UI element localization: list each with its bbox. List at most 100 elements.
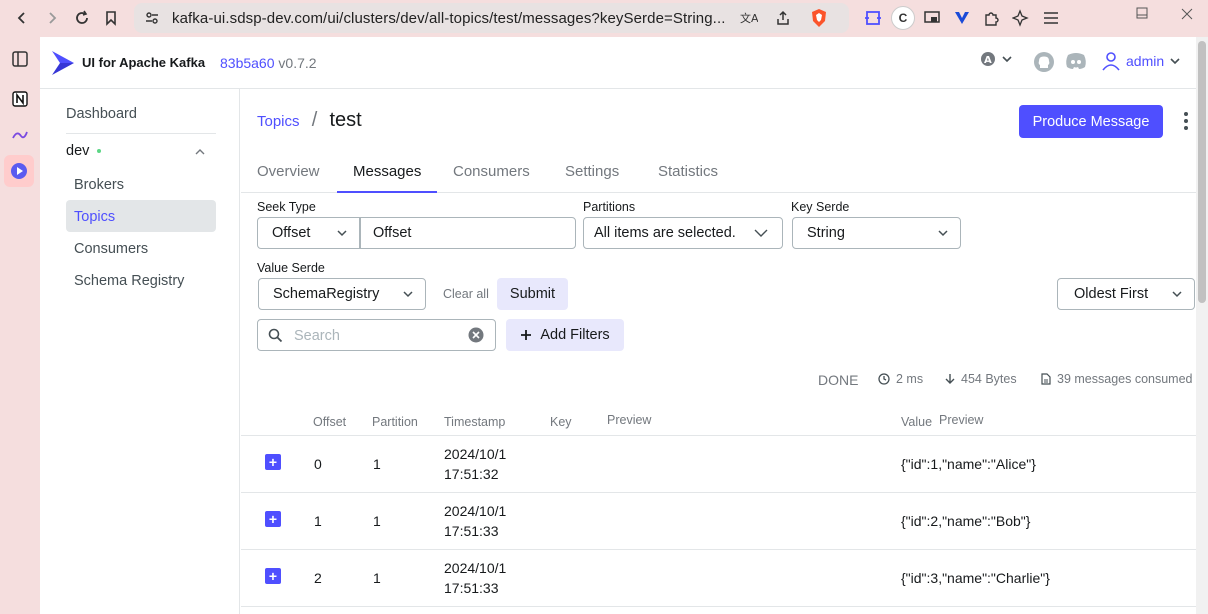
key-serde-label: Key Serde xyxy=(791,200,850,214)
nav-schema-registry[interactable]: Schema Registry xyxy=(74,273,184,289)
key-serde-select[interactable]: String xyxy=(792,217,961,249)
row-divider xyxy=(241,492,1196,493)
sort-order-select[interactable]: Oldest First xyxy=(1057,278,1195,310)
value-preview-link[interactable]: Preview xyxy=(939,413,983,427)
github-icon[interactable] xyxy=(1033,51,1055,73)
bytes-value: 454 Bytes xyxy=(961,372,1017,386)
chevron-down-icon xyxy=(938,230,948,237)
bytes-consumed: 454 Bytes xyxy=(945,372,1017,386)
app-brand[interactable]: UI for Apache Kafka xyxy=(82,55,205,70)
scrollbar-thumb[interactable] xyxy=(1198,41,1206,303)
translate-icon[interactable]: 文A xyxy=(740,10,759,29)
user-menu[interactable]: admin xyxy=(1102,51,1182,71)
main-content: Topics / test Produce Message Overview M… xyxy=(241,89,1196,614)
tab-overview[interactable]: Overview xyxy=(257,163,320,180)
share-icon[interactable] xyxy=(774,9,792,30)
puzzle-icon[interactable] xyxy=(981,7,1003,29)
add-filters-button[interactable]: Add Filters xyxy=(506,319,624,351)
partitions-select[interactable]: All items are selected. xyxy=(583,217,783,249)
chat-extension-icon[interactable] xyxy=(6,121,34,149)
maximize-icon[interactable] xyxy=(1131,2,1153,24)
extension-icon[interactable] xyxy=(862,7,884,29)
sidebar-toggle-icon[interactable] xyxy=(6,45,34,73)
version-hash[interactable]: 83b5a60 xyxy=(220,55,275,71)
c-extension-icon[interactable]: C xyxy=(891,6,915,30)
row-date: 2024/10/1 xyxy=(444,560,507,576)
row-offset: 0 xyxy=(314,456,322,472)
expand-row-icon[interactable]: + xyxy=(265,511,281,527)
produce-message-button[interactable]: Produce Message xyxy=(1019,105,1163,138)
row-value[interactable]: {"id":2,"name":"Bob"} xyxy=(901,511,1030,531)
svg-text:文A: 文A xyxy=(740,11,758,25)
tab-consumers[interactable]: Consumers xyxy=(453,163,530,180)
offset-input[interactable]: Offset xyxy=(360,217,576,249)
tab-messages[interactable]: Messages xyxy=(353,163,421,180)
row-date: 2024/10/1 xyxy=(444,446,507,462)
page-title: test xyxy=(329,109,362,131)
topic-tabs: Overview Messages Consumers Settings Sta… xyxy=(241,151,1196,193)
row-divider xyxy=(241,549,1196,550)
close-window-icon[interactable] xyxy=(1176,3,1198,25)
menu-icon[interactable] xyxy=(1040,7,1062,29)
nav-topics[interactable]: Topics xyxy=(74,209,115,225)
more-options-icon[interactable] xyxy=(1181,109,1191,133)
messages-consumed: 39 messages consumed xyxy=(1041,372,1193,386)
theme-switcher[interactable]: A xyxy=(980,51,1014,67)
address-bar[interactable]: kafka-ui.sdsp-dev.com/ui/clusters/dev/al… xyxy=(134,3,849,33)
key-serde-value: String xyxy=(807,225,845,241)
seek-type-value: Offset xyxy=(272,225,311,241)
site-settings-icon[interactable] xyxy=(144,10,160,29)
forward-icon[interactable] xyxy=(38,4,66,32)
value-serde-select[interactable]: SchemaRegistry xyxy=(258,278,426,310)
sparkle-icon[interactable] xyxy=(1010,7,1032,29)
row-value[interactable]: {"id":1,"name":"Alice"} xyxy=(901,454,1036,474)
seek-type-label: Seek Type xyxy=(257,200,316,214)
kafka-ui-app: UI for Apache Kafka 83b5a60 v0.7.2 A adm… xyxy=(40,37,1208,614)
browser-toolbar: kafka-ui.sdsp-dev.com/ui/clusters/dev/al… xyxy=(0,0,1208,37)
search-icon xyxy=(268,328,283,343)
chevron-down-icon xyxy=(337,230,347,237)
tab-settings[interactable]: Settings xyxy=(565,163,619,180)
seek-type-select[interactable]: Offset xyxy=(257,217,360,249)
elapsed-time: 2 ms xyxy=(878,372,923,386)
url-text[interactable]: kafka-ui.sdsp-dev.com/ui/clusters/dev/al… xyxy=(172,10,732,27)
column-value: Value xyxy=(901,415,933,429)
bookmark-icon[interactable] xyxy=(97,4,125,32)
app-version: 83b5a60 v0.7.2 xyxy=(220,55,317,71)
reload-icon[interactable] xyxy=(68,4,96,32)
row-offset: 2 xyxy=(314,570,322,586)
status-text: DONE xyxy=(818,372,859,388)
kafka-logo-icon[interactable] xyxy=(50,49,76,77)
header-divider xyxy=(241,435,1196,436)
key-preview-link[interactable]: Preview xyxy=(607,413,651,427)
v-extension-icon[interactable] xyxy=(951,7,973,29)
column-timestamp: Timestamp xyxy=(444,415,506,429)
row-offset: 1 xyxy=(314,513,322,529)
search-input[interactable]: Search xyxy=(257,319,496,351)
discord-icon[interactable] xyxy=(1064,51,1088,71)
chevron-up-icon[interactable] xyxy=(194,146,206,158)
notion-icon[interactable] xyxy=(6,85,34,113)
value-serde-label: Value Serde xyxy=(257,261,325,275)
tab-statistics[interactable]: Statistics xyxy=(658,163,718,180)
screen-icon[interactable] xyxy=(921,7,943,29)
player-extension-icon[interactable] xyxy=(4,155,34,187)
clear-all-button[interactable]: Clear all xyxy=(443,287,489,301)
submit-button[interactable]: Submit xyxy=(497,278,568,310)
expand-row-icon[interactable]: + xyxy=(265,568,281,584)
app-header: UI for Apache Kafka 83b5a60 v0.7.2 A adm… xyxy=(40,37,1196,89)
value-serde-value: SchemaRegistry xyxy=(273,286,380,302)
nav-consumers[interactable]: Consumers xyxy=(74,241,148,257)
brave-shield-icon[interactable] xyxy=(810,8,828,31)
add-filters-label: Add Filters xyxy=(540,327,610,343)
nav-brokers[interactable]: Brokers xyxy=(74,177,124,193)
nav-dashboard[interactable]: Dashboard xyxy=(66,106,137,122)
breadcrumb-topics[interactable]: Topics xyxy=(257,113,300,130)
back-icon[interactable] xyxy=(8,4,36,32)
nav-cluster-dev[interactable]: dev xyxy=(66,143,102,159)
cluster-navigation: Dashboard dev Brokers Topics Consumers S… xyxy=(40,89,240,614)
row-value[interactable]: {"id":3,"name":"Charlie"} xyxy=(901,568,1050,588)
expand-row-icon[interactable]: + xyxy=(265,454,281,470)
clear-search-icon[interactable] xyxy=(468,327,484,343)
page-scrollbar[interactable] xyxy=(1196,37,1208,614)
